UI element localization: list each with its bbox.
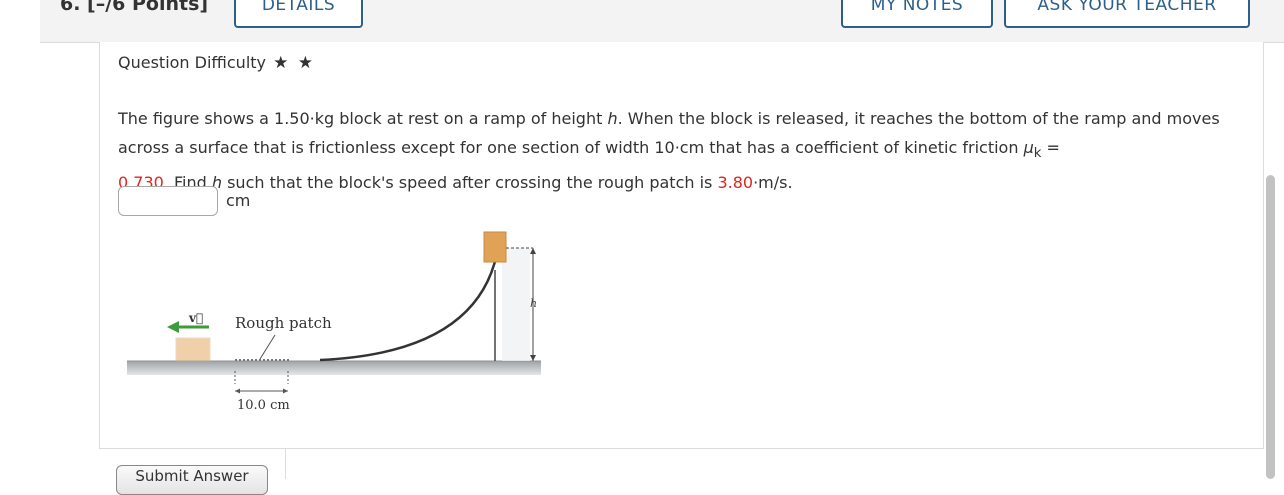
bottom-block [175,337,211,362]
answer-unit: cm [226,191,251,210]
equals-sign: = [1041,138,1060,157]
problem-text-1: The figure shows a 1.50·kg block at rest… [118,109,608,128]
ground [127,361,541,375]
my-notes-button[interactable]: MY NOTES [841,0,993,28]
ramp-figure: h v⃗ Rough patch 10.0 cm [127,231,541,413]
details-button[interactable]: DETAILS [234,0,363,28]
height-variable: h [607,109,618,128]
velocity-label: v⃗ [188,311,203,325]
ramp-side-shade [502,248,530,361]
answer-input[interactable] [118,186,218,216]
ask-your-teacher-button[interactable]: ASK YOUR TEACHER [1004,0,1250,28]
problem-text-5: ·m/s. [753,173,793,193]
top-block [483,231,507,263]
problem-statement: The figure shows a 1.50·kg block at rest… [118,104,1248,197]
question-difficulty: Question Difficulty ★ ★ [118,53,315,73]
problem-text-4: such that the block's speed after crossi… [222,173,718,193]
rough-patch-label: Rough patch [235,314,332,332]
height-label: h [530,297,537,310]
speed-value: 3.80 [717,173,754,193]
ramp-curve [319,247,500,362]
width-label: 10.0 cm [237,398,290,413]
question-number: 6. [–/6 Points] [60,0,209,15]
submit-divider [285,449,286,479]
scrollbar-thumb[interactable] [1266,175,1275,479]
difficulty-label: Question Difficulty [118,53,267,72]
mu-symbol: μ [1023,138,1034,157]
difficulty-stars: ★ ★ [273,53,315,73]
submit-answer-button[interactable]: Submit Answer [116,465,268,495]
